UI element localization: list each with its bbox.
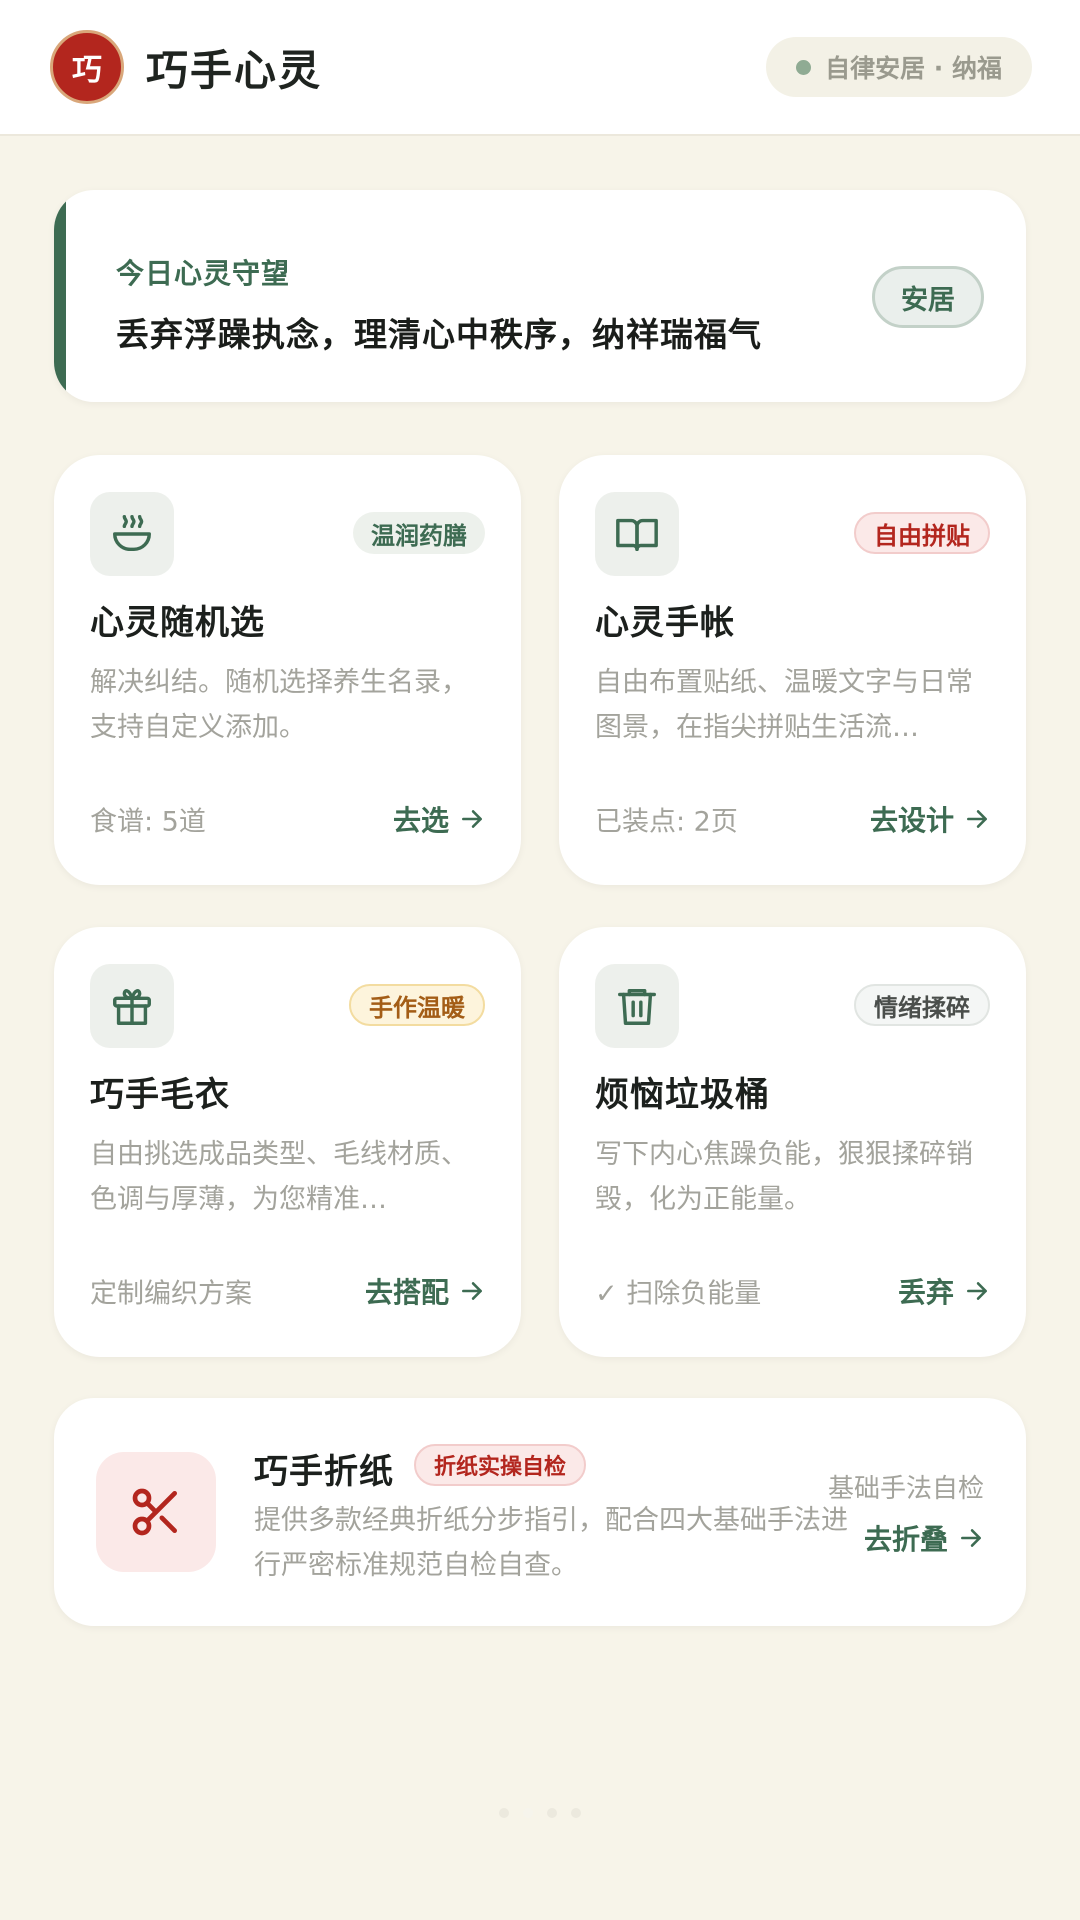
go-match-button[interactable]: 去搭配: [365, 1271, 485, 1311]
card-description: 自由挑选成品类型、毛线材质、色调与厚薄，为您精准…: [90, 1139, 468, 1215]
accent-bar: [54, 190, 66, 402]
card-journal[interactable]: 自由拼贴 心灵手帐 自由布置贴纸、温暖文字与日常图景，在指尖拼贴生活流… 已装点…: [559, 455, 1026, 885]
card-description: 解决纠结。随机选择养生名录，支持自定义添加。: [90, 667, 468, 743]
card-sweater[interactable]: 手作温暖 巧手毛衣 自由挑选成品类型、毛线材质、色调与厚薄，为您精准… 定制编织…: [54, 927, 521, 1357]
card-title: 心灵手帐: [595, 603, 735, 643]
go-select-button[interactable]: 去选: [393, 799, 485, 839]
card-tag: 手作温暖: [349, 984, 485, 1026]
app-logo: 巧: [50, 30, 124, 104]
arrow-right-icon: [462, 810, 482, 828]
daily-quote-subtitle: 今日心灵守望: [116, 257, 291, 290]
app-screen: 巧 巧手心灵 自律安居 · 纳福 今日心灵守望 丢弃浮躁执念，理清心中秩序，纳祥…: [0, 0, 1080, 1920]
card-title: 巧手毛衣: [90, 1075, 230, 1115]
card-meta: 食谱: 5道: [90, 806, 206, 838]
page-dot[interactable]: [523, 1808, 533, 1818]
page-dot[interactable]: [547, 1808, 557, 1818]
page-indicator: [0, 1808, 1080, 1818]
status-text: 自律安居 · 纳福: [825, 54, 1002, 83]
action-label: 去搭配: [364, 1276, 449, 1309]
arrow-right-icon: [961, 1529, 981, 1547]
card-description: 提供多款经典折纸分步指引，配合四大基础手法进行严密标准规范自检自查。: [254, 1505, 848, 1581]
go-design-button[interactable]: 去设计: [870, 799, 990, 839]
card-origami[interactable]: 巧手折纸 折纸实操自检 提供多款经典折纸分步指引，配合四大基础手法进行严密标准规…: [54, 1398, 1026, 1626]
daily-quote-text: 丢弃浮躁执念，理清心中秩序，纳祥瑞福气: [116, 315, 762, 354]
card-title: 巧手折纸: [254, 1452, 394, 1492]
trash-icon: [595, 964, 679, 1048]
action-label: 去折叠: [863, 1523, 948, 1556]
status-dot-icon: [796, 59, 812, 75]
card-tag: 折纸实操自检: [414, 1444, 587, 1486]
daily-quote-card: 今日心灵守望 丢弃浮躁执念，理清心中秩序，纳祥瑞福气 安居: [54, 190, 1026, 402]
card-description: 写下内心焦躁负能，狠狠揉碎销毁，化为正能量。: [595, 1139, 973, 1215]
card-meta: 基础手法自检: [827, 1474, 984, 1504]
card-meta: 定制编织方案: [90, 1278, 252, 1310]
arrow-right-icon: [967, 810, 987, 828]
daily-quote-badge[interactable]: 安居: [872, 266, 984, 328]
card-title: 烦恼垃圾桶: [595, 1075, 770, 1115]
page-dot[interactable]: [571, 1808, 581, 1818]
scissors-icon: [96, 1452, 216, 1572]
app-header: 巧 巧手心灵 自律安居 · 纳福: [0, 0, 1080, 136]
arrow-right-icon: [967, 1282, 987, 1300]
gift-icon: [90, 964, 174, 1048]
page-dot[interactable]: [499, 1808, 509, 1818]
card-description: 自由布置贴纸、温暖文字与日常图景，在指尖拼贴生活流…: [595, 667, 973, 743]
card-meta: ✓ 扫除负能量: [595, 1278, 762, 1310]
card-random-picker[interactable]: 温润药膳 心灵随机选 解决纠结。随机选择养生名录，支持自定义添加。 食谱: 5道…: [54, 455, 521, 885]
status-pill[interactable]: 自律安居 · 纳福: [766, 37, 1032, 97]
app-title: 巧手心灵: [146, 45, 323, 95]
action-label: 去选: [392, 804, 449, 837]
discard-button[interactable]: 丢弃: [898, 1271, 990, 1311]
action-label: 丢弃: [897, 1276, 954, 1309]
arrow-right-icon: [462, 1282, 482, 1300]
card-tag: 情绪揉碎: [854, 984, 990, 1026]
go-fold-button[interactable]: 去折叠: [864, 1518, 984, 1558]
bowl-icon: [90, 492, 174, 576]
card-worry-bin[interactable]: 情绪揉碎 烦恼垃圾桶 写下内心焦躁负能，狠狠揉碎销毁，化为正能量。 ✓ 扫除负能…: [559, 927, 1026, 1357]
card-meta: 已装点: 2页: [595, 806, 738, 838]
action-label: 去设计: [869, 804, 954, 837]
card-tag: 自由拼贴: [854, 512, 990, 554]
book-icon: [595, 492, 679, 576]
card-title: 心灵随机选: [90, 603, 265, 643]
card-tag: 温润药膳: [353, 512, 485, 554]
